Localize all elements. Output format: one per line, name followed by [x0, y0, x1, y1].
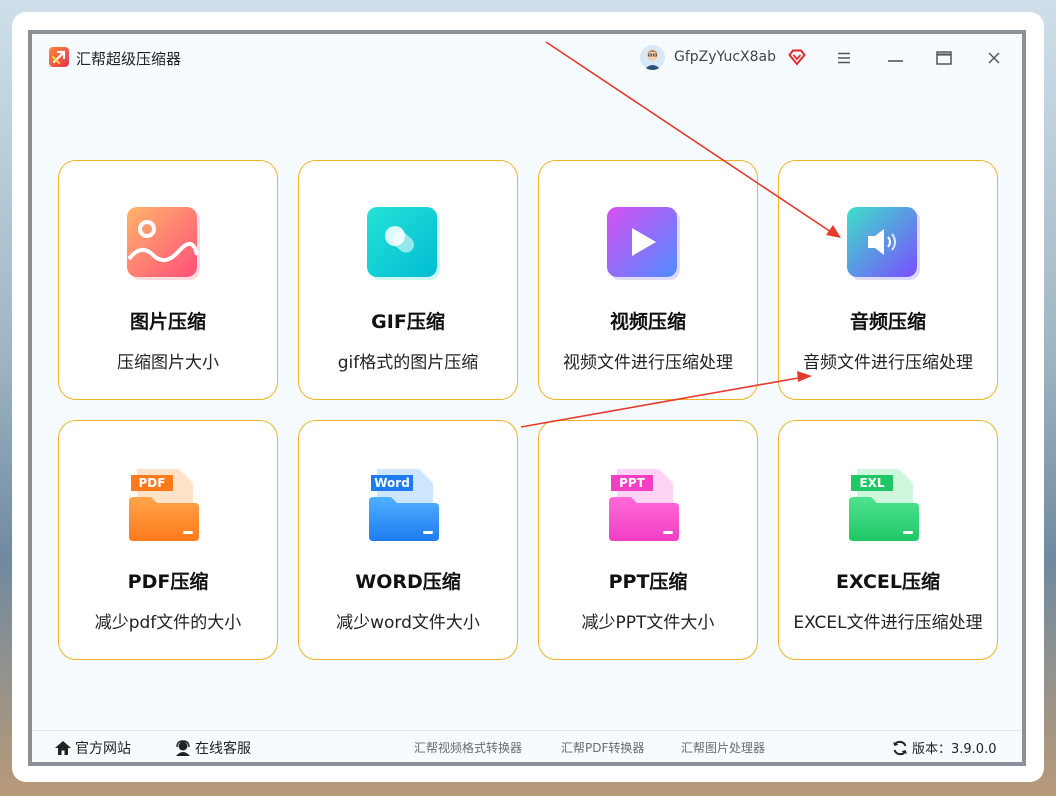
user-avatar[interactable]	[640, 45, 665, 70]
pdf-compress-card[interactable]: PDF PDF压缩 减少pdf文件的大小	[58, 420, 278, 660]
excel-folder-icon: EXL	[847, 467, 921, 541]
home-icon	[55, 741, 71, 755]
video-compress-card[interactable]: 视频压缩 视频文件进行压缩处理	[538, 160, 758, 400]
speaker-icon	[847, 207, 921, 281]
menu-button[interactable]	[827, 42, 861, 74]
card-title: 音频压缩	[849, 311, 926, 333]
card-desc: 减少pdf文件的大小	[94, 613, 242, 633]
card-title: WORD压缩	[355, 571, 461, 593]
image-compress-card[interactable]: 图片压缩 压缩图片大小	[58, 160, 278, 400]
card-title: GIF压缩	[371, 311, 445, 333]
hamburger-icon	[838, 52, 850, 64]
website-label: 官方网站	[75, 741, 131, 757]
online-support-link[interactable]: 在线客服	[174, 738, 251, 758]
maximize-icon	[936, 51, 952, 65]
status-footer: 官方网站 在线客服 汇帮视频格式转换器 汇帮PDF转换器 汇帮图片处理器 版本：…	[32, 730, 1022, 762]
card-desc: EXCEL文件进行压缩处理	[793, 613, 983, 633]
maximize-button[interactable]	[927, 42, 961, 74]
card-badge: EXL	[851, 475, 893, 491]
audio-compress-card[interactable]: 音频压缩 音频文件进行压缩处理	[778, 160, 998, 400]
excel-compress-card[interactable]: EXL EXCEL压缩 EXCEL文件进行压缩处理	[778, 420, 998, 660]
pdf-converter-link[interactable]: 汇帮PDF转换器	[561, 739, 644, 756]
card-desc: 视频文件进行压缩处理	[563, 353, 733, 373]
version-info[interactable]: 版本：3.9.0.0	[892, 738, 996, 757]
ppt-compress-card[interactable]: PPT PPT压缩 减少PPT文件大小	[538, 420, 758, 660]
card-desc: 减少word文件大小	[336, 613, 480, 633]
refresh-icon	[893, 740, 907, 755]
app-title: 汇帮超级压缩器	[76, 50, 182, 68]
card-title: PDF压缩	[127, 571, 209, 593]
gif-icon	[367, 207, 441, 281]
image-icon	[127, 207, 201, 281]
app-window: 汇帮超级压缩器 GfpZyYucX8ab 图片压缩 压缩图片大小 GIF压缩 g…	[32, 34, 1022, 762]
card-desc: 减少PPT文件大小	[581, 613, 715, 633]
card-desc: 压缩图片大小	[117, 353, 219, 373]
card-desc: gif格式的图片压缩	[337, 353, 479, 373]
video-play-icon	[607, 207, 681, 281]
pdf-folder-icon: PDF	[127, 467, 201, 541]
ppt-folder-icon: PPT	[607, 467, 681, 541]
close-icon	[988, 52, 1000, 64]
close-button[interactable]	[977, 42, 1011, 74]
image-processor-link[interactable]: 汇帮图片处理器	[681, 739, 765, 756]
video-converter-link[interactable]: 汇帮视频格式转换器	[414, 739, 522, 756]
card-title: EXCEL压缩	[836, 571, 940, 593]
card-desc: 音频文件进行压缩处理	[803, 353, 973, 373]
support-agent-icon	[176, 740, 190, 756]
app-logo-icon	[49, 47, 69, 67]
minimize-button[interactable]	[865, 52, 925, 71]
app-frame: 汇帮超级压缩器 GfpZyYucX8ab 图片压缩 压缩图片大小 GIF压缩 g…	[28, 30, 1026, 766]
card-badge: PDF	[131, 475, 173, 491]
card-badge: PPT	[611, 475, 653, 491]
vip-diamond-icon[interactable]	[788, 48, 806, 70]
gif-compress-card[interactable]: GIF压缩 gif格式的图片压缩	[298, 160, 518, 400]
support-label: 在线客服	[195, 741, 251, 757]
card-title: 视频压缩	[609, 311, 686, 333]
title-bar: 汇帮超级压缩器 GfpZyYucX8ab	[32, 34, 1022, 82]
official-website-link[interactable]: 官方网站	[54, 738, 131, 758]
word-compress-card[interactable]: Word WORD压缩 减少word文件大小	[298, 420, 518, 660]
username-label[interactable]: GfpZyYucX8ab	[674, 49, 776, 65]
card-badge: Word	[371, 475, 413, 491]
card-title: PPT压缩	[608, 571, 688, 593]
word-folder-icon: Word	[367, 467, 441, 541]
version-label: 版本：3.9.0.0	[912, 742, 997, 757]
card-title: 图片压缩	[129, 311, 206, 333]
